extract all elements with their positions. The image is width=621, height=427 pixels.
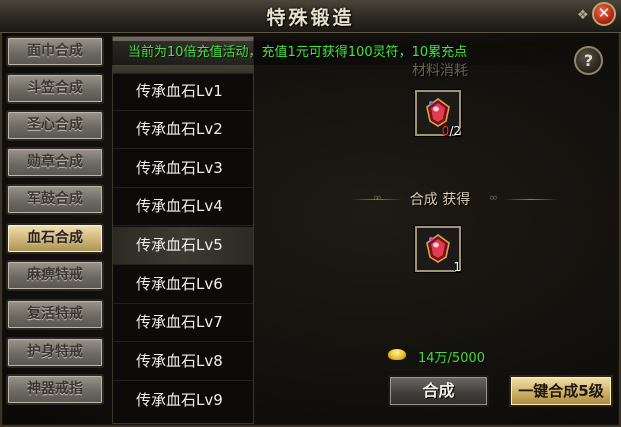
list-item[interactable]: 传承血石Lv6	[113, 266, 253, 304]
material-count: 0/2	[441, 124, 461, 138]
list-item[interactable]: 传承血石Lv1	[113, 73, 253, 111]
list-item-selected[interactable]: 传承血石Lv5	[113, 227, 253, 265]
list-item[interactable]: 传承血石Lv4	[113, 188, 253, 226]
ornament-right-icon: ∞	[489, 191, 499, 204]
tab-protection-ring[interactable]: 护身特戒	[6, 337, 104, 368]
cost-text: 14万/5000	[418, 351, 486, 366]
material-slot[interactable]: 0/2	[414, 89, 462, 138]
forge-window: 特殊锻造 ❖ ✕ 面巾合成 斗笠合成 圣心合成 勋章合成 军鼓合成 血石合成 麻…	[0, 0, 621, 427]
tab-blood-stone[interactable]: 血石合成	[6, 223, 104, 254]
one-key-compose-button[interactable]: 一键合成5级	[509, 375, 613, 407]
list-item[interactable]: 传承血石Lv8	[113, 343, 253, 381]
recipe-list: 传承血石Lv1 传承血石Lv2 传承血石Lv3 传承血石Lv4 传承血石Lv5 …	[112, 36, 254, 424]
help-button[interactable]: ?	[574, 46, 603, 75]
tab-holy-heart[interactable]: 圣心合成	[6, 110, 104, 141]
window-title: 特殊锻造	[266, 7, 355, 29]
divider-right	[503, 199, 559, 200]
result-slot[interactable]: 1	[414, 225, 462, 274]
list-item[interactable]: 传承血石Lv3	[113, 150, 253, 188]
blood-stone-icon	[426, 234, 450, 263]
compose-button[interactable]: 合成	[388, 375, 489, 407]
tab-war-drum[interactable]: 军鼓合成	[6, 184, 104, 215]
pin-icon[interactable]: ❖	[577, 8, 589, 23]
list-item[interactable]: 传承血石Lv7	[113, 304, 253, 342]
tab-revive-ring[interactable]: 复活特戒	[6, 299, 104, 330]
tab-hat[interactable]: 斗笠合成	[6, 73, 104, 104]
close-button[interactable]: ✕	[592, 2, 616, 26]
tab-paralysis-ring[interactable]: 麻痹特戒	[6, 260, 104, 291]
blood-stone-icon	[426, 98, 450, 127]
gold-ingot-icon	[388, 349, 406, 360]
tab-facecloth[interactable]: 面巾合成	[6, 36, 104, 67]
material-section-label: 材料消耗	[412, 63, 468, 79]
result-count: 1	[453, 260, 461, 274]
tab-artifact-ring[interactable]: 神器戒指	[6, 374, 104, 405]
title-bar[interactable]: 特殊锻造 ❖ ✕	[0, 0, 621, 33]
list-item[interactable]: 传承血石Lv2	[113, 111, 253, 149]
tab-medal[interactable]: 勋章合成	[6, 147, 104, 178]
list-item[interactable]: 传承血石Lv9	[113, 382, 253, 419]
